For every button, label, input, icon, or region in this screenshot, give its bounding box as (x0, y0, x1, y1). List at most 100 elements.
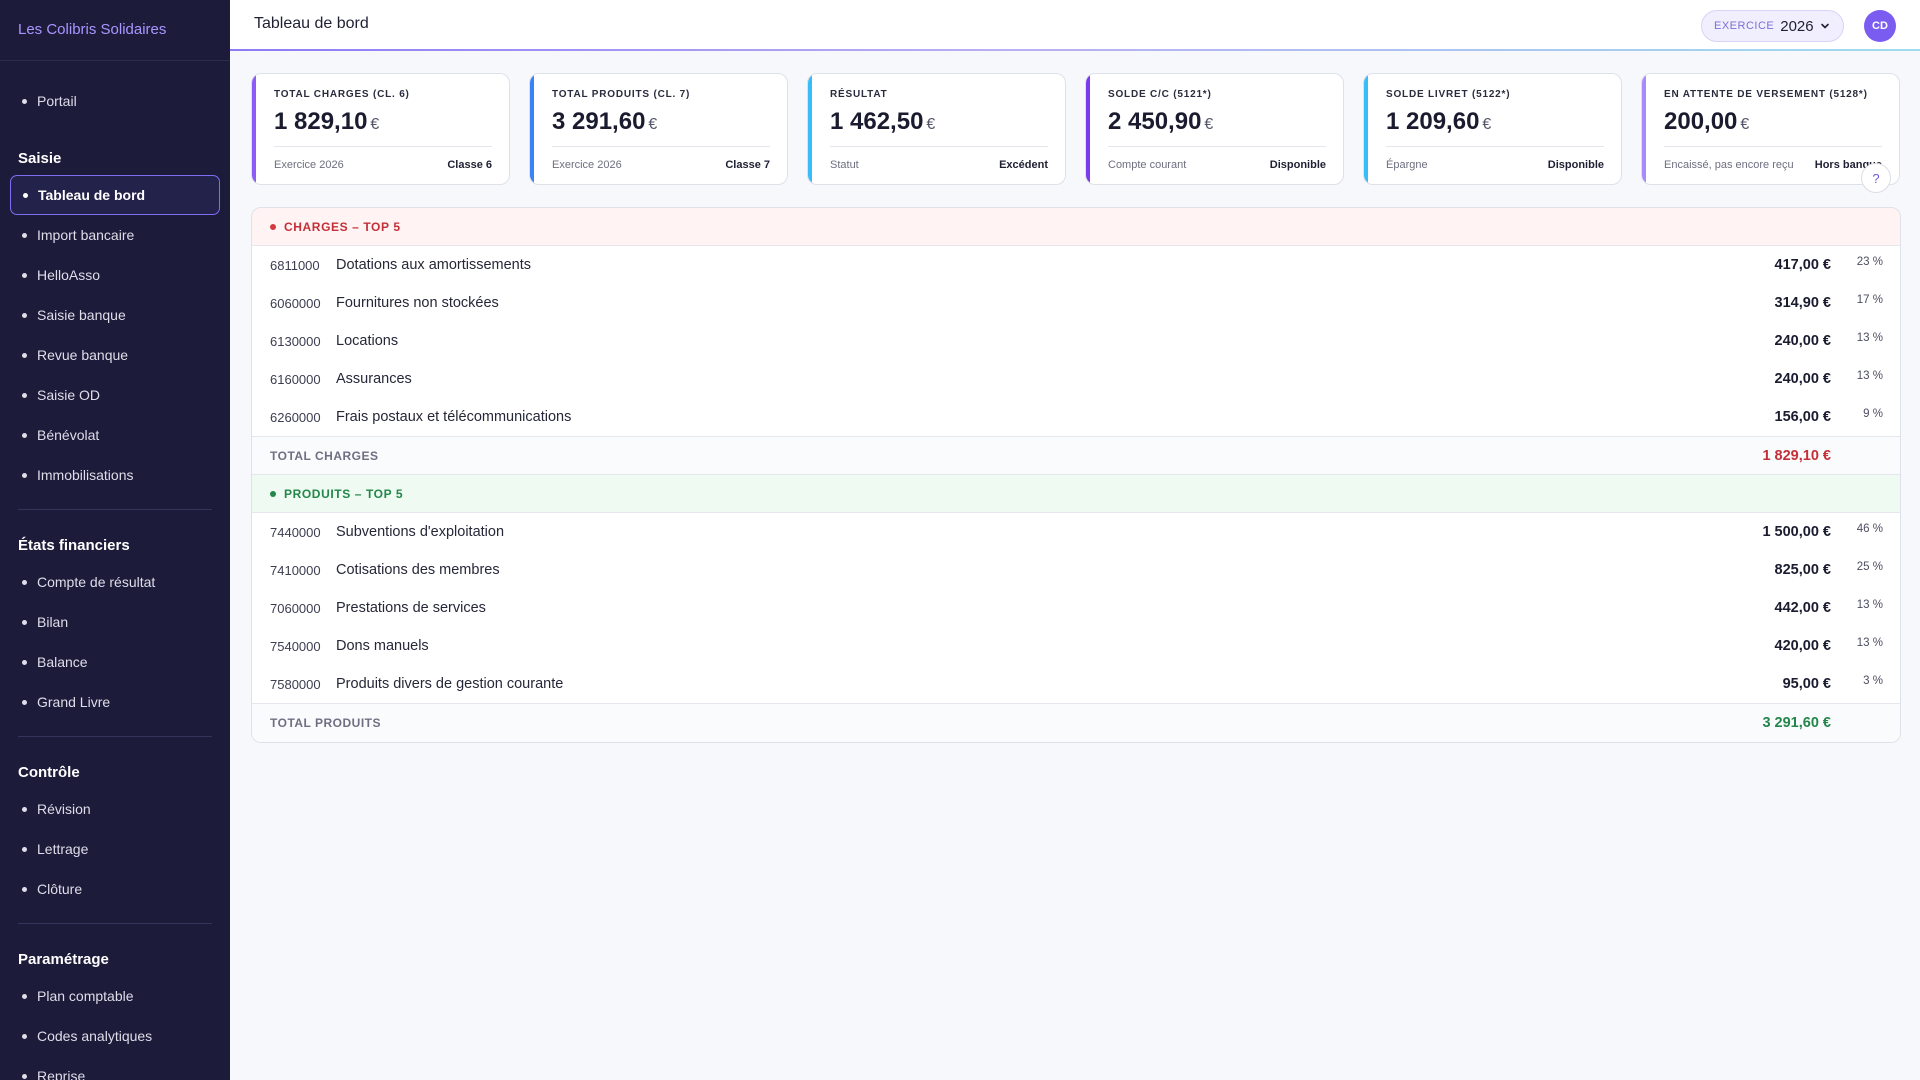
kpi-currency: € (1482, 116, 1492, 133)
charges-rows: 6811000 Dotations aux amortissements 417,0… (252, 246, 1900, 436)
table-row[interactable]: 6160000 Assurances 240,00 € 13 % (252, 360, 1900, 398)
bullet-icon (22, 993, 27, 999)
bullet-icon (22, 312, 27, 318)
sidebar-item-revision[interactable]: Révision (0, 789, 230, 829)
amount: 1 500,00 € (1762, 524, 1831, 540)
sidebar-item-tableau-de-bord[interactable]: Tableau de bord (10, 175, 220, 215)
sidebar-item-grand-livre[interactable]: Grand Livre (0, 682, 230, 722)
kpi-value-wrap: 1 829,10 € (274, 108, 492, 136)
sidebar-item-helloasso[interactable]: HelloAsso (0, 255, 230, 295)
kpi-value: 1 209,60 (1386, 108, 1480, 135)
percentage: 3 % (1863, 675, 1883, 687)
sidebar-item-benevolat[interactable]: Bénévolat (0, 415, 230, 455)
amount: 442,00 € (1774, 600, 1831, 616)
sidebar-divider (18, 509, 212, 510)
bullet-icon (22, 272, 27, 278)
exercice-year: 2026 (1780, 17, 1814, 35)
kpi-accent-bar (1364, 74, 1368, 184)
table-row[interactable]: 7540000 Dons manuels 420,00 € 13 % (252, 627, 1900, 665)
bullet-icon (22, 432, 27, 438)
sidebar-item-bilan[interactable]: Bilan (0, 602, 230, 642)
table-row[interactable]: 7440000 Subventions d'exploitation 1 500,0… (252, 513, 1900, 551)
sidebar-item-immobilisations[interactable]: Immobilisations (0, 455, 230, 495)
kpi-footer-right: Classe 6 (447, 159, 492, 171)
percentage: 13 % (1856, 332, 1883, 344)
kpi-card[interactable]: TOTAL CHARGES (CL. 6) 1 829,10 € Exercice 2… (251, 73, 510, 185)
kpi-card[interactable]: EN ATTENTE DE VERSEMENT (5128*) 200,00 € En… (1641, 73, 1900, 185)
sidebar-item-revue-banque[interactable]: Revue banque (0, 335, 230, 375)
kpi-card[interactable]: TOTAL PRODUITS (CL. 7) 3 291,60 € Exercice … (529, 73, 788, 185)
table-row[interactable]: 6060000 Fournitures non stockées 314,90 € 1… (252, 284, 1900, 322)
kpi-accent-bar (530, 74, 534, 184)
sidebar-item-balance[interactable]: Balance (0, 642, 230, 682)
amount: 420,00 € (1774, 638, 1831, 654)
table-row[interactable]: 7410000 Cotisations des membres 825,00 € 25… (252, 551, 1900, 589)
bullet-icon (22, 1033, 27, 1039)
kpi-footer-left: Épargne (1386, 159, 1428, 171)
sidebar-item-plan-comptable[interactable]: Plan comptable (0, 976, 230, 1016)
sidebar-item-label: Immobilisations (37, 467, 134, 483)
sidebar-item-reprise[interactable]: Reprise (0, 1056, 230, 1080)
sidebar-item-label: Saisie banque (37, 307, 126, 323)
sidebar-item-label: Clôture (37, 881, 83, 897)
sidebar-item-label: Codes analytiques (37, 1028, 153, 1044)
account-label: Subventions d'exploitation (336, 524, 505, 540)
table-row[interactable]: 7060000 Prestations de services 442,00 € 13… (252, 589, 1900, 627)
sidebar-item-codes-analytiques[interactable]: Codes analytiques (0, 1016, 230, 1056)
bullet-icon (270, 223, 276, 230)
account-number: 6260000 (270, 409, 321, 425)
kpi-footer: Exercice 2026 Classe 6 (274, 146, 492, 171)
kpi-value: 1 829,10 (274, 108, 368, 135)
kpi-card[interactable]: RÉSULTAT 1 462,50 € Statut Excédent (807, 73, 1066, 185)
sidebar-item-label: Bénévolat (37, 427, 100, 443)
kpi-footer-right: Disponible (1269, 159, 1326, 171)
avatar[interactable]: CD (1864, 10, 1896, 42)
sidebar-item-label: Grand Livre (37, 694, 111, 710)
table-row[interactable]: 6811000 Dotations aux amortissements 417,0… (252, 246, 1900, 284)
percentage: 13 % (1856, 637, 1883, 649)
header-divider (230, 49, 1920, 51)
bullet-icon (22, 806, 27, 812)
bullet-icon (22, 846, 27, 852)
total-label: TOTAL CHARGES (270, 448, 379, 463)
bullet-icon (22, 619, 27, 625)
kpi-currency: € (648, 116, 658, 133)
kpi-accent-bar (252, 74, 256, 184)
sidebar-item-portail[interactable]: Portail (0, 81, 230, 121)
organization-name[interactable]: Les Colibris Solidaires (0, 0, 230, 61)
sidebar-section-saisie: Saisie (18, 150, 62, 167)
sidebar-item-import-bancaire[interactable]: Import bancaire (0, 215, 230, 255)
kpi-footer-right: Excédent (999, 159, 1048, 171)
charges-section-header: CHARGES – TOP 5 (252, 208, 1900, 246)
kpi-card[interactable]: SOLDE C/C (5121*) 2 450,90 € Compte courant… (1085, 73, 1344, 185)
account-label: Cotisations des membres (336, 562, 500, 578)
table-row[interactable]: 6260000 Frais postaux et télécommunicatio… (252, 398, 1900, 436)
percentage: 23 % (1856, 256, 1883, 268)
help-button[interactable]: ? (1861, 163, 1891, 193)
sidebar: Les Colibris Solidaires Portail Saisie T… (0, 0, 230, 1080)
table-row[interactable]: 7580000 Produits divers de gestion couran… (252, 665, 1900, 703)
percentage: 13 % (1856, 370, 1883, 382)
sidebar-item-compte-de-resultat[interactable]: Compte de résultat (0, 562, 230, 602)
sidebar-item-lettrage[interactable]: Lettrage (0, 829, 230, 869)
sidebar-item-label: Lettrage (37, 841, 89, 857)
kpi-footer: Statut Excédent (830, 146, 1048, 171)
sidebar-item-saisie-banque[interactable]: Saisie banque (0, 295, 230, 335)
table-row[interactable]: 6130000 Locations 240,00 € 13 % (252, 322, 1900, 360)
kpi-footer: Épargne Disponible (1386, 146, 1604, 171)
bullet-icon (22, 98, 27, 104)
kpi-currency: € (1740, 116, 1750, 133)
top-bar: Tableau de bord EXERCICE 2026 CD (230, 0, 1920, 50)
account-number: 6060000 (270, 295, 321, 311)
sidebar-item-cloture[interactable]: Clôture (0, 869, 230, 909)
bullet-icon (22, 659, 27, 665)
kpi-card[interactable]: SOLDE LIVRET (5122*) 1 209,60 € Épargne Disp… (1363, 73, 1622, 185)
sidebar-divider (18, 736, 212, 737)
sidebar-item-saisie-od[interactable]: Saisie OD (0, 375, 230, 415)
account-number: 7540000 (270, 638, 321, 654)
bullet-icon (22, 232, 27, 238)
kpi-accent-bar (808, 74, 812, 184)
exercice-selector[interactable]: EXERCICE 2026 (1701, 10, 1844, 42)
account-label: Locations (336, 333, 399, 349)
bullet-icon (22, 352, 27, 358)
